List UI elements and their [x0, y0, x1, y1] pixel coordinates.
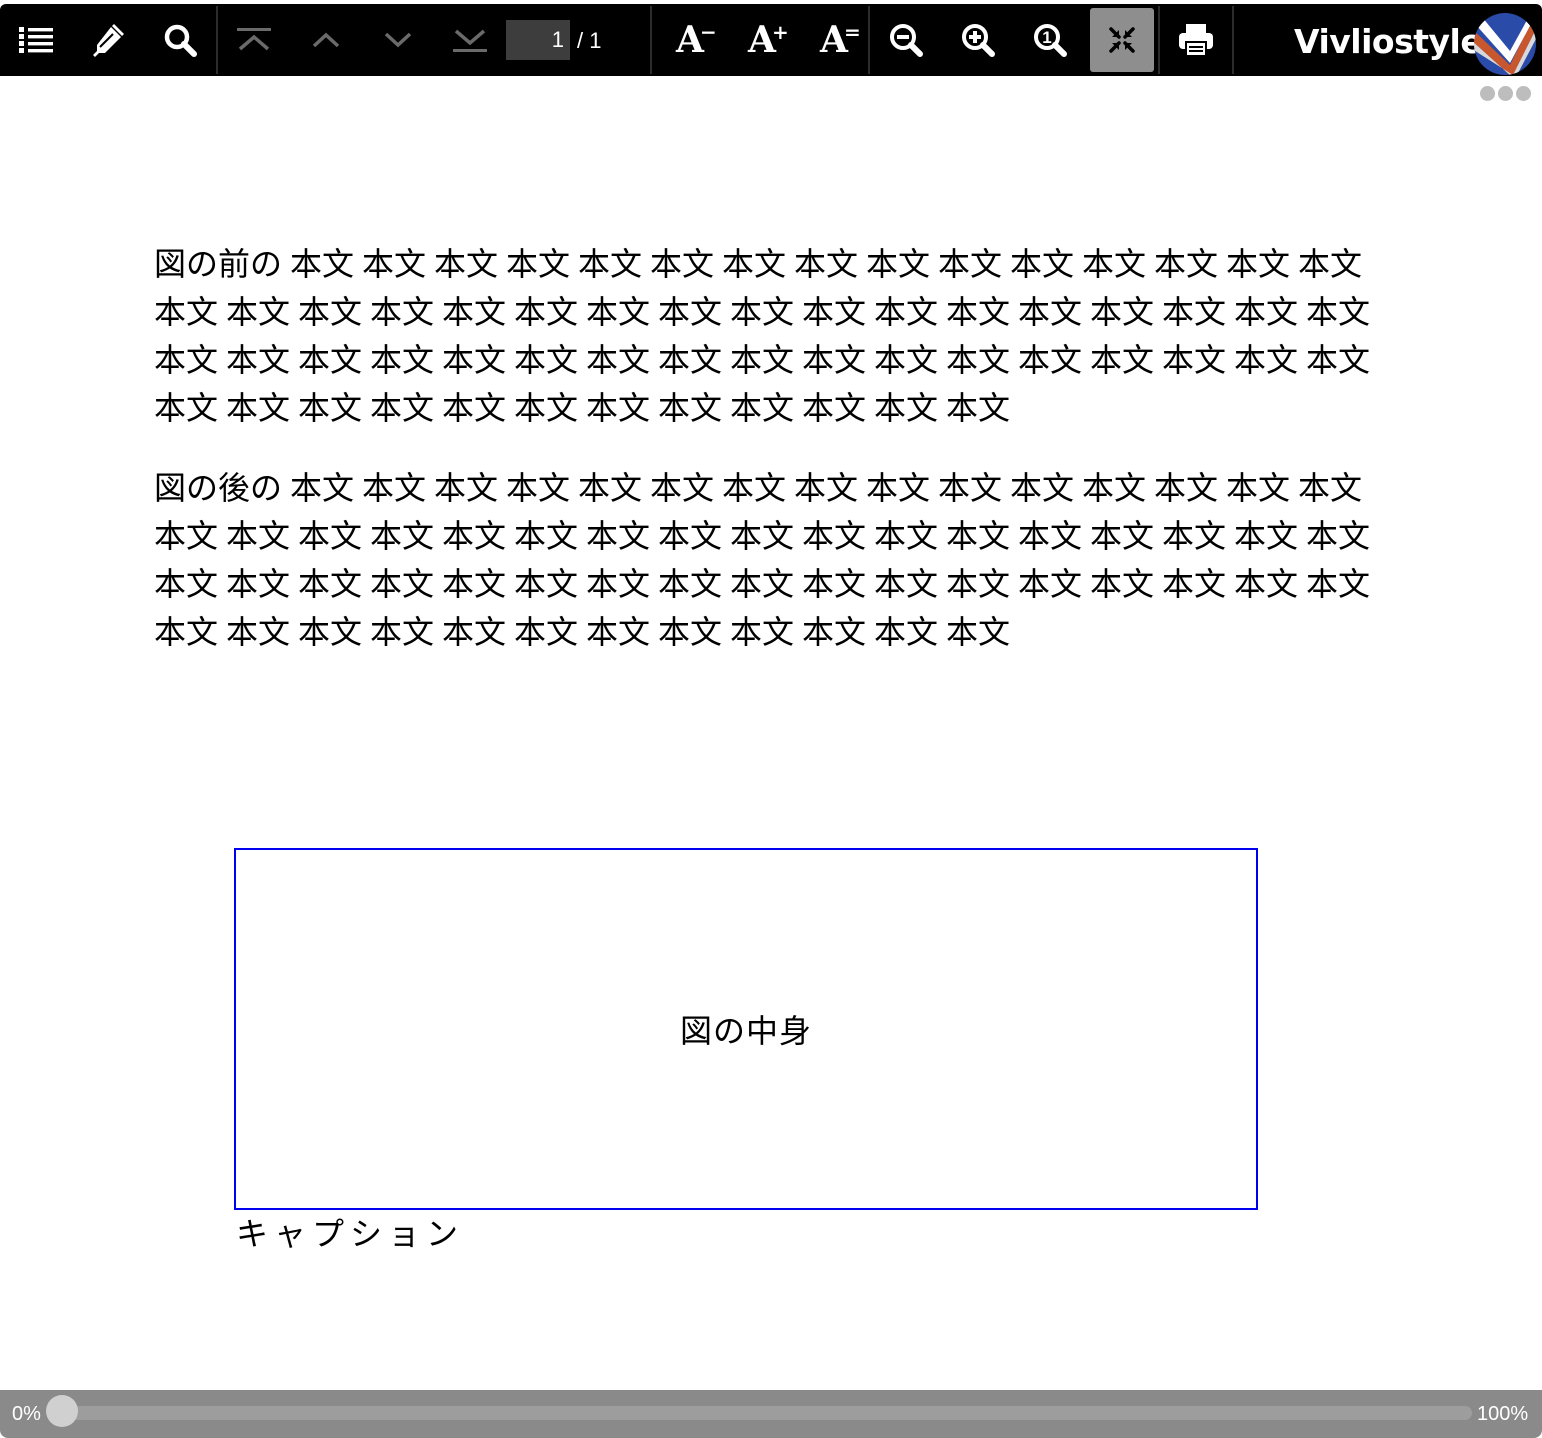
text-line: 本文 本文 本文 本文 本文 本文 本文 本文 本文 本文 本文 本文 — [154, 614, 1011, 650]
font-size-decrease-button[interactable]: A − — [658, 8, 722, 72]
page-number-input[interactable] — [506, 20, 570, 60]
paragraph-after-figure: 図の後の 本文 本文 本文 本文 本文 本文 本文 本文 本文 本文 本文 本文… — [154, 464, 1384, 656]
font-size-increase-button[interactable]: A + — [730, 8, 794, 72]
zoom-actual-label: 1 — [1042, 28, 1051, 47]
figure-box: 図の中身 — [234, 848, 1258, 1210]
search-icon — [164, 24, 197, 57]
font-decrease-sign: − — [700, 20, 717, 44]
toolbar-separator — [650, 6, 652, 74]
toolbar-separator — [216, 6, 218, 74]
first-page-icon — [237, 28, 271, 51]
progress-start-label: 0% — [12, 1403, 41, 1425]
last-page-button[interactable] — [438, 8, 502, 72]
brand-name: Vivliostyle — [1294, 22, 1483, 61]
text-line: 本文 本文 本文 本文 本文 本文 本文 本文 本文 本文 本文 本文 本文 本… — [154, 294, 1371, 330]
marker-button[interactable] — [76, 8, 140, 72]
print-icon — [1179, 24, 1213, 57]
figure-content: 図の中身 — [679, 1013, 812, 1049]
first-page-button[interactable] — [222, 8, 286, 72]
toolbar-separator — [1232, 6, 1234, 74]
previous-page-button[interactable] — [294, 8, 358, 72]
zoom-in-button[interactable] — [946, 8, 1010, 72]
font-reset-sign: = — [844, 20, 861, 44]
font-increase-sign: + — [772, 20, 789, 44]
text-line: 本文 本文 本文 本文 本文 本文 本文 本文 本文 本文 本文 本文 本文 本… — [154, 342, 1371, 378]
progress-end-label: 100% — [1477, 1403, 1529, 1425]
paragraph-before-figure: 図の前の 本文 本文 本文 本文 本文 本文 本文 本文 本文 本文 本文 本文… — [154, 240, 1384, 432]
font-increase-icon: A + — [748, 20, 789, 58]
zoom-actual-icon: 1 — [1034, 24, 1067, 57]
zoom-out-icon — [890, 24, 923, 57]
viewer-toolbar: / 1 A− A+ A= — [0, 4, 1542, 76]
text-line: 本文 本文 本文 本文 本文 本文 本文 本文 本文 本文 本文 本文 本文 本… — [154, 566, 1371, 602]
page-total: / 1 — [577, 28, 602, 53]
dot — [1516, 86, 1531, 101]
figure-caption: キャプション — [236, 1216, 465, 1252]
text-line: 図の前の 本文 本文 本文 本文 本文 本文 本文 本文 本文 本文 本文 本文… — [154, 246, 1363, 282]
zoom-in-icon — [962, 24, 995, 57]
next-page-button[interactable] — [366, 8, 430, 72]
dot — [1498, 86, 1513, 101]
font-decrease-icon: A − — [676, 20, 717, 58]
font-size-reset-button[interactable]: A = — [802, 8, 866, 72]
more-dots-icon[interactable] — [1480, 86, 1534, 102]
fit-to-screen-button[interactable] — [1090, 8, 1154, 72]
toolbar-separator — [868, 6, 870, 74]
last-page-icon — [453, 29, 487, 52]
toolbar-separator — [1158, 6, 1160, 74]
chevron-up-icon — [312, 32, 340, 48]
print-button[interactable] — [1164, 8, 1228, 72]
chevron-down-icon — [384, 32, 412, 48]
text-line: 図の後の 本文 本文 本文 本文 本文 本文 本文 本文 本文 本文 本文 本文… — [154, 470, 1363, 506]
zoom-out-button[interactable] — [874, 8, 938, 72]
fit-screen-icon — [1109, 27, 1135, 53]
progress-slider-handle[interactable] — [46, 1395, 78, 1427]
zoom-actual-button[interactable]: 1 — [1018, 8, 1082, 72]
list-icon — [19, 27, 53, 53]
toc-button[interactable] — [4, 8, 68, 72]
progress-track[interactable] — [62, 1406, 1472, 1420]
marker-icon — [93, 24, 124, 57]
text-line: 本文 本文 本文 本文 本文 本文 本文 本文 本文 本文 本文 本文 — [154, 390, 1011, 426]
text-line: 本文 本文 本文 本文 本文 本文 本文 本文 本文 本文 本文 本文 本文 本… — [154, 518, 1371, 554]
search-button[interactable] — [148, 8, 212, 72]
dot — [1480, 86, 1495, 101]
font-reset-icon: A = — [820, 20, 861, 58]
progress-bar: 0% 100% — [0, 1390, 1542, 1438]
vivliostyle-logo-icon — [1474, 13, 1536, 75]
